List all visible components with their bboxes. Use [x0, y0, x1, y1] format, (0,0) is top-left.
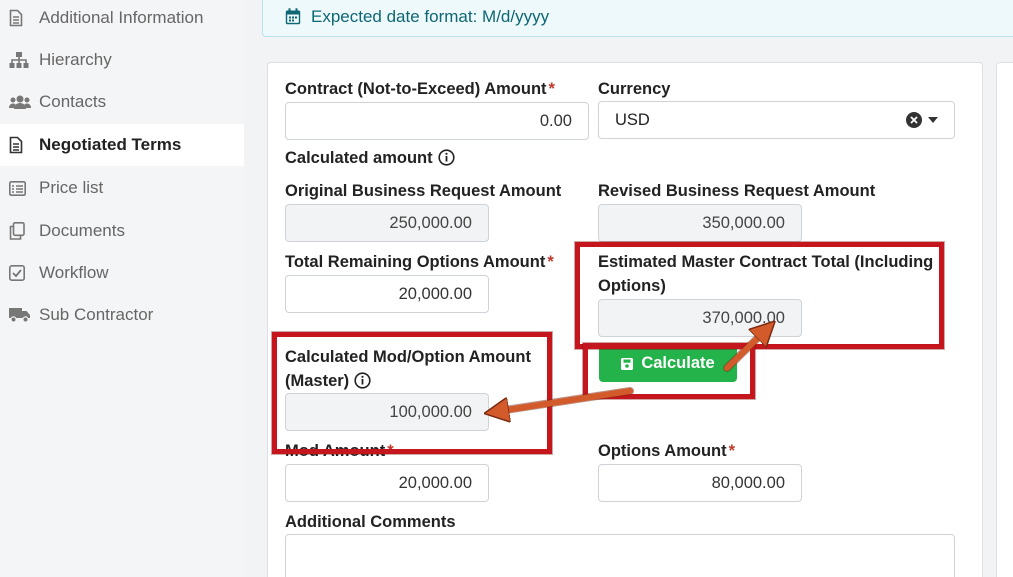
calculated-mod-option-label-line1: Calculated Mod/Option Amount [285, 348, 531, 366]
contract-amount-input[interactable]: 0.00 [285, 102, 589, 140]
required-marker: * [547, 253, 554, 271]
document-icon [9, 135, 31, 155]
sidebar-item-workflow[interactable]: Workflow [0, 252, 244, 294]
calendar-icon [285, 8, 301, 25]
calculated-mod-option-field: 100,000.00 [285, 393, 489, 431]
sidebar-item-label: Workflow [39, 263, 109, 282]
sidebar-item-documents[interactable]: Documents [0, 210, 244, 252]
info-icon[interactable] [438, 149, 455, 166]
additional-comments-label: Additional Comments [285, 513, 456, 531]
contract-amount-label: Contract (Not-to-Exceed) Amount * [285, 80, 555, 98]
currency-label: Currency [598, 80, 671, 98]
revised-request-field: 350,000.00 [598, 204, 802, 242]
users-icon [9, 92, 31, 112]
calculated-mod-option-label-line2: (Master) [285, 369, 371, 393]
currency-value: USD [615, 110, 650, 129]
hierarchy-icon [9, 50, 31, 70]
currency-select[interactable]: USD [598, 101, 955, 139]
truck-icon [9, 305, 31, 325]
side-card [996, 62, 1013, 577]
total-remaining-options-input[interactable]: 20,000.00 [285, 275, 489, 313]
sidebar-item-hierarchy[interactable]: Hierarchy [0, 39, 244, 81]
mod-amount-label: Mod Amount * [285, 442, 394, 460]
required-marker: * [728, 442, 736, 460]
options-amount-label: Options Amount * [598, 442, 736, 460]
save-icon [621, 357, 634, 370]
sidebar-item-label: Negotiated Terms [39, 135, 182, 154]
calculate-button-label: Calculate [641, 354, 715, 372]
sidebar-item-sub-contractor[interactable]: Sub Contractor [0, 294, 244, 336]
mod-amount-input[interactable]: 20,000.00 [285, 464, 489, 502]
checkbox-icon [9, 263, 31, 283]
sidebar-item-label: Documents [39, 221, 125, 240]
info-icon[interactable] [354, 372, 371, 389]
sidebar-item-label: Sub Contractor [39, 305, 154, 324]
clear-icon[interactable] [906, 112, 922, 128]
sidebar: Additional Information Hierarchy Contact… [0, 0, 244, 577]
calculated-amount-label: Calculated amount [285, 146, 455, 170]
list-icon [9, 178, 31, 198]
required-marker: * [548, 80, 555, 98]
sidebar-item-contacts[interactable]: Contacts [0, 81, 244, 123]
sidebar-item-label: Contacts [39, 92, 107, 111]
original-request-label: Original Business Request Amount [285, 182, 562, 200]
document-icon [9, 8, 31, 28]
estimated-master-total-field: 370,000.00 [598, 299, 802, 337]
total-remaining-options-label: Total Remaining Options Amount * [285, 253, 554, 271]
copy-icon [9, 221, 31, 241]
sidebar-item-label: Price list [39, 178, 104, 197]
banner-text: Expected date format: M/d/yyyy [311, 6, 550, 26]
calculate-button[interactable]: Calculate [599, 345, 737, 382]
date-format-banner: Expected date format: M/d/yyyy [262, 0, 1013, 37]
sidebar-item-additional-information[interactable]: Additional Information [0, 0, 244, 39]
options-amount-input[interactable]: 80,000.00 [598, 464, 802, 502]
original-request-field: 250,000.00 [285, 204, 489, 242]
additional-comments-textarea[interactable] [285, 534, 955, 577]
revised-request-label: Revised Business Request Amount [598, 182, 876, 200]
sidebar-item-label: Additional Information [39, 8, 204, 27]
sidebar-item-negotiated-terms[interactable]: Negotiated Terms [0, 124, 244, 166]
estimated-master-total-label-line1: Estimated Master Contract Total (Includi… [598, 253, 934, 271]
chevron-down-icon[interactable] [928, 117, 938, 123]
sidebar-item-price-list[interactable]: Price list [0, 167, 244, 209]
required-marker: * [387, 442, 394, 460]
sidebar-item-label: Hierarchy [39, 50, 112, 69]
estimated-master-total-label-line2: Options) [598, 277, 666, 295]
